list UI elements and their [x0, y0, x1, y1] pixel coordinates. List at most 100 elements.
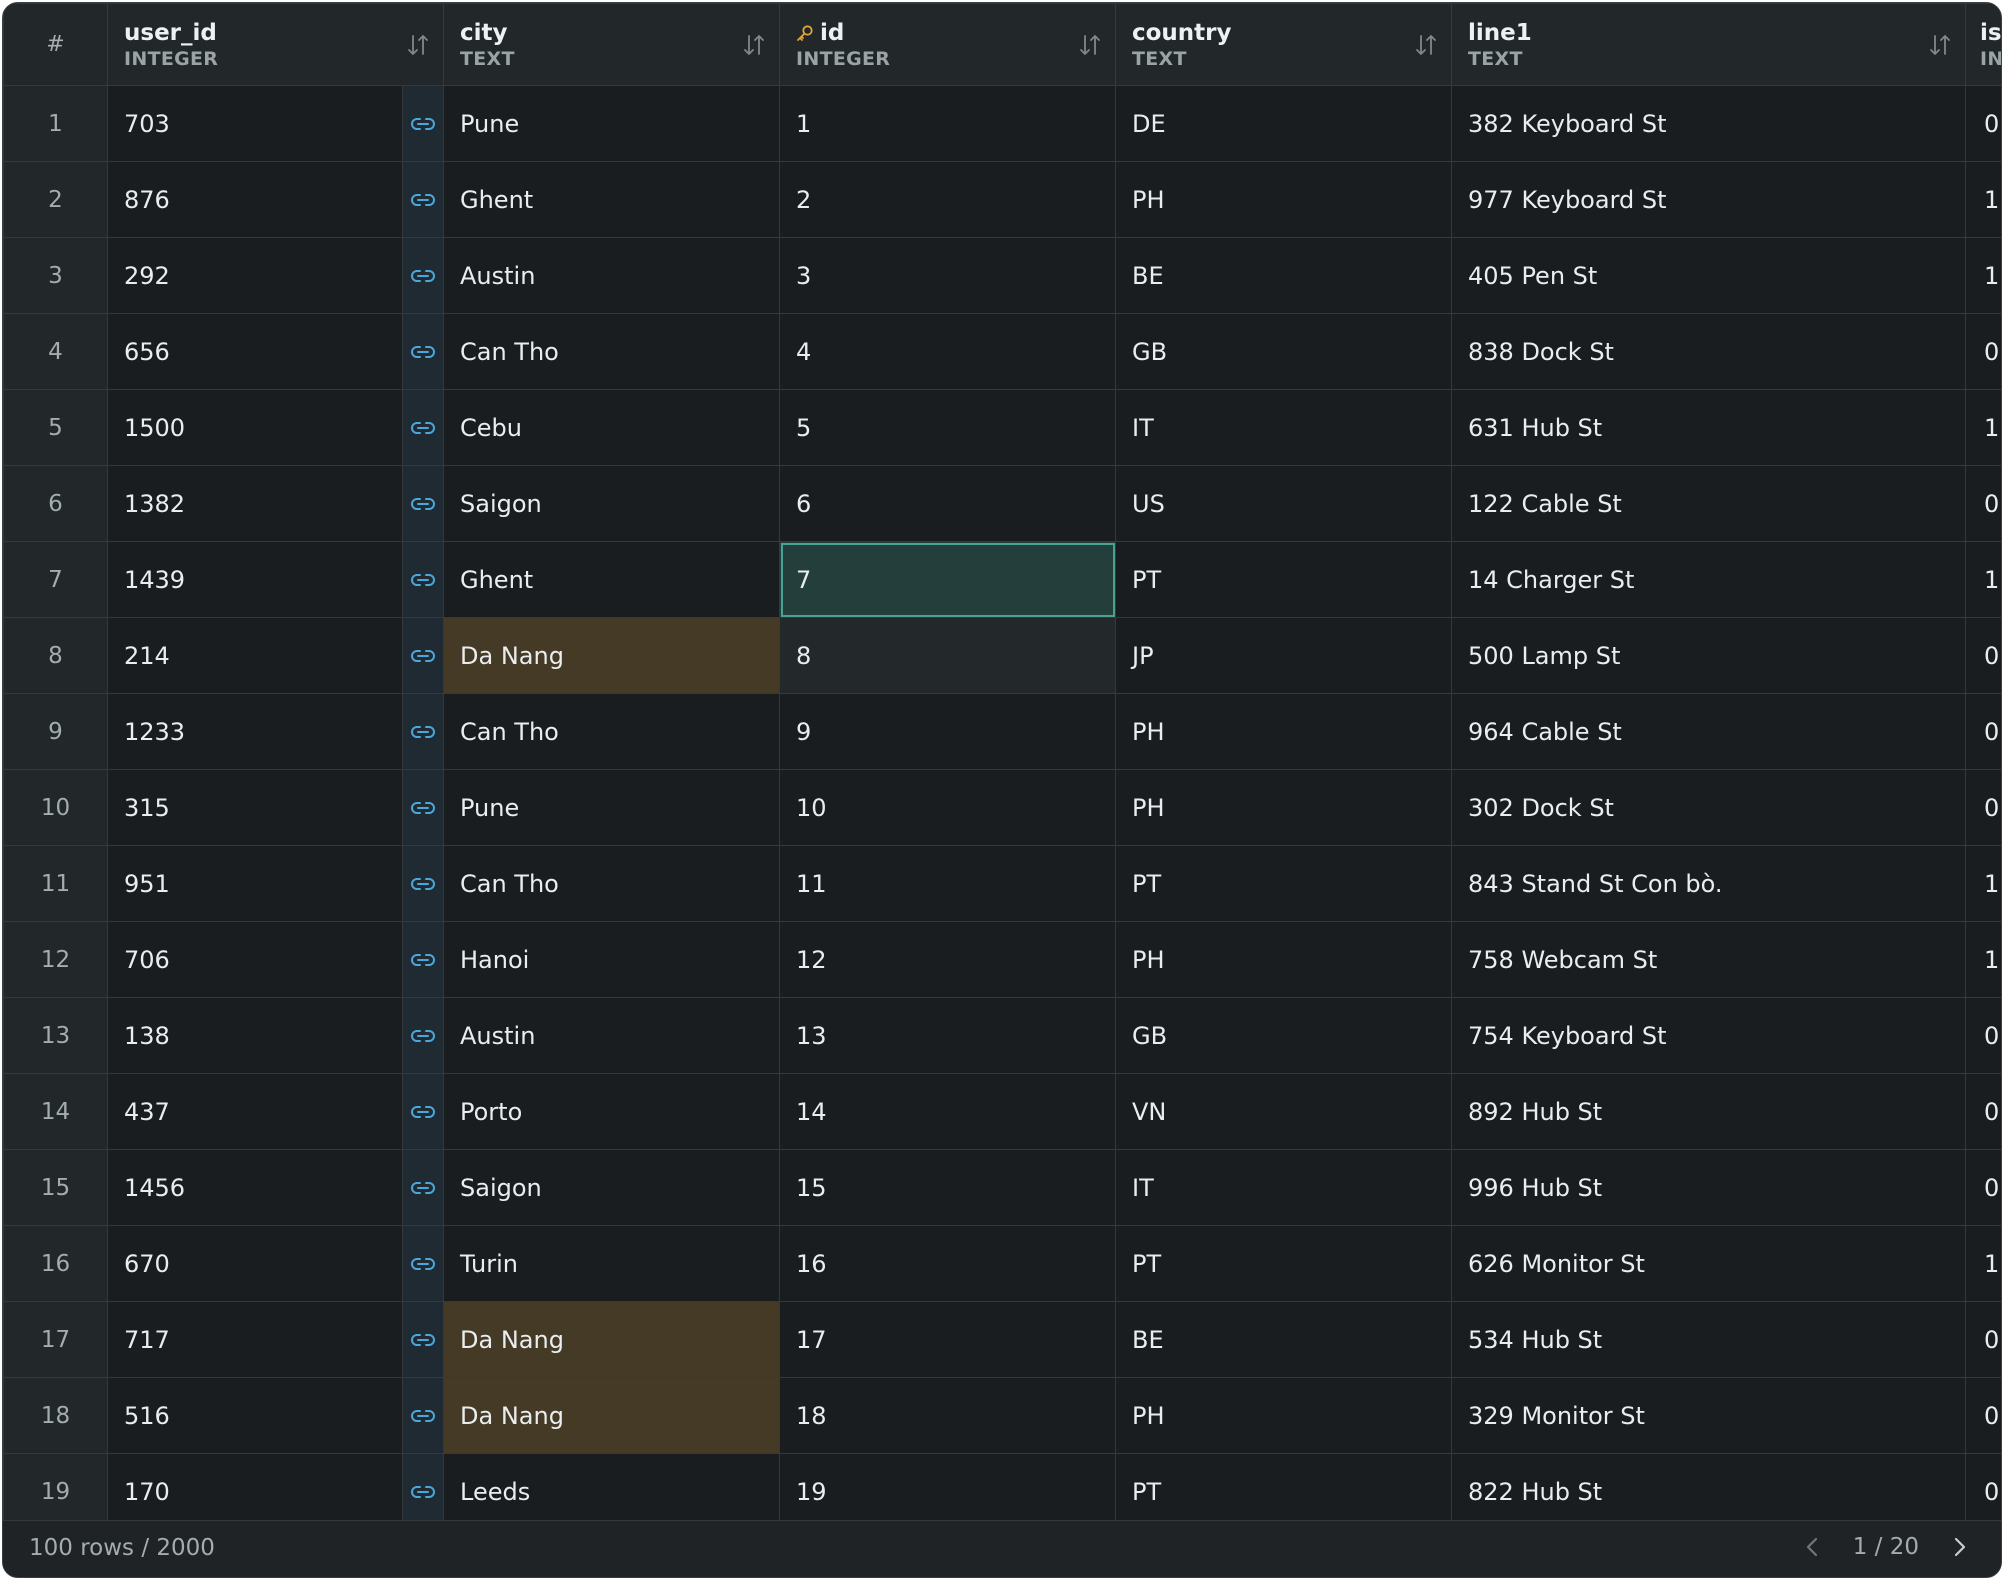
cell-country[interactable]: PT	[1115, 1453, 1452, 1530]
column-header-country[interactable]: country TEXT	[1115, 3, 1452, 86]
cell-country[interactable]: PT	[1115, 541, 1452, 618]
foreign-key-link-cell[interactable]	[402, 1377, 444, 1454]
cell-is[interactable]: 0	[1965, 1453, 2001, 1530]
cell-country[interactable]: VN	[1115, 1073, 1452, 1150]
cell-id[interactable]: 5	[779, 389, 1116, 466]
table-row[interactable]: 2 876 Ghent 2 PH 977 Keyboard St 1	[3, 161, 2001, 238]
cell-is[interactable]: 1	[1965, 161, 2001, 238]
cell-city[interactable]: Saigon	[443, 465, 780, 542]
cell-city[interactable]: Porto	[443, 1073, 780, 1150]
link-icon[interactable]	[404, 1332, 443, 1348]
cell-city[interactable]: Can Tho	[443, 693, 780, 770]
cell-is[interactable]: 0	[1965, 1149, 2001, 1226]
cell-user-id[interactable]: 1500	[107, 389, 403, 466]
cell-is[interactable]: 0	[1965, 1073, 2001, 1150]
cell-country[interactable]: IT	[1115, 389, 1452, 466]
cell-user-id[interactable]: 670	[107, 1225, 403, 1302]
table-row[interactable]: 12 706 Hanoi 12 PH 758 Webcam St 1	[3, 921, 2001, 998]
link-icon[interactable]	[404, 572, 443, 588]
foreign-key-link-cell[interactable]	[402, 1301, 444, 1378]
table-row[interactable]: 18 516 Da Nang 18 PH 329 Monitor St 0	[3, 1377, 2001, 1454]
cell-user-id[interactable]: 315	[107, 769, 403, 846]
cell-country[interactable]: BE	[1115, 237, 1452, 314]
cell-line1[interactable]: 964 Cable St	[1451, 693, 1966, 770]
cell-id[interactable]: 16	[779, 1225, 1116, 1302]
chevron-right-icon[interactable]	[1949, 1533, 1971, 1561]
cell-user-id[interactable]: 706	[107, 921, 403, 998]
cell-line1[interactable]: 500 Lamp St	[1451, 617, 1966, 694]
cell-id[interactable]: 4	[779, 313, 1116, 390]
cell-user-id[interactable]: 717	[107, 1301, 403, 1378]
cell-line1[interactable]: 977 Keyboard St	[1451, 161, 1966, 238]
cell-user-id[interactable]: 516	[107, 1377, 403, 1454]
cell-city[interactable]: Ghent	[443, 541, 780, 618]
cell-id[interactable]: 11	[779, 845, 1116, 922]
cell-user-id[interactable]: 1456	[107, 1149, 403, 1226]
chevron-left-icon[interactable]	[1801, 1533, 1823, 1561]
cell-id[interactable]: 18	[779, 1377, 1116, 1454]
cell-city[interactable]: Pune	[443, 769, 780, 846]
cell-id[interactable]: 14	[779, 1073, 1116, 1150]
table-row[interactable]: 9 1233 Can Tho 9 PH 964 Cable St 0	[3, 693, 2001, 770]
cell-country[interactable]: PH	[1115, 769, 1452, 846]
table-row[interactable]: 15 1456 Saigon 15 IT 996 Hub St 0	[3, 1149, 2001, 1226]
cell-country[interactable]: IT	[1115, 1149, 1452, 1226]
cell-is[interactable]: 0	[1965, 1301, 2001, 1378]
cell-line1[interactable]: 758 Webcam St	[1451, 921, 1966, 998]
cell-line1[interactable]: 329 Monitor St	[1451, 1377, 1966, 1454]
cell-user-id[interactable]: 1439	[107, 541, 403, 618]
cell-city[interactable]: Da Nang	[443, 1301, 780, 1378]
sort-arrows-icon[interactable]	[1079, 33, 1101, 57]
cell-city[interactable]: Da Nang	[443, 1377, 780, 1454]
cell-is[interactable]: 1	[1965, 237, 2001, 314]
table-row[interactable]: 10 315 Pune 10 PH 302 Dock St 0	[3, 769, 2001, 846]
cell-city[interactable]: Austin	[443, 237, 780, 314]
column-header-city[interactable]: city TEXT	[443, 3, 780, 86]
cell-user-id[interactable]: 1382	[107, 465, 403, 542]
cell-line1[interactable]: 534 Hub St	[1451, 1301, 1966, 1378]
table-row[interactable]: 17 717 Da Nang 17 BE 534 Hub St 0	[3, 1301, 2001, 1378]
cell-id[interactable]: 6	[779, 465, 1116, 542]
cell-is[interactable]: 1	[1965, 845, 2001, 922]
cell-city[interactable]: Saigon	[443, 1149, 780, 1226]
foreign-key-link-cell[interactable]	[402, 465, 444, 542]
foreign-key-link-cell[interactable]	[402, 617, 444, 694]
cell-id[interactable]: 8	[779, 617, 1116, 694]
column-header-is[interactable]: is_ IN	[1965, 3, 2001, 86]
foreign-key-link-cell[interactable]	[402, 1073, 444, 1150]
link-icon[interactable]	[404, 648, 443, 664]
cell-line1[interactable]: 626 Monitor St	[1451, 1225, 1966, 1302]
link-icon[interactable]	[404, 800, 443, 816]
cell-id[interactable]: 17	[779, 1301, 1116, 1378]
cell-user-id[interactable]: 876	[107, 161, 403, 238]
foreign-key-link-cell[interactable]	[402, 921, 444, 998]
sort-arrows-icon[interactable]	[1929, 33, 1951, 57]
cell-user-id[interactable]: 703	[107, 85, 403, 162]
link-icon[interactable]	[404, 192, 443, 208]
foreign-key-link-cell[interactable]	[402, 313, 444, 390]
sort-arrows-icon[interactable]	[407, 33, 429, 57]
cell-line1[interactable]: 302 Dock St	[1451, 769, 1966, 846]
cell-line1[interactable]: 382 Keyboard St	[1451, 85, 1966, 162]
cell-is[interactable]: 0	[1965, 313, 2001, 390]
cell-country[interactable]: JP	[1115, 617, 1452, 694]
table-row[interactable]: 13 138 Austin 13 GB 754 Keyboard St 0	[3, 997, 2001, 1074]
foreign-key-link-cell[interactable]	[402, 237, 444, 314]
cell-city[interactable]: Austin	[443, 997, 780, 1074]
cell-user-id[interactable]: 437	[107, 1073, 403, 1150]
table-row[interactable]: 3 292 Austin 3 BE 405 Pen St 1	[3, 237, 2001, 314]
cell-id[interactable]: 12	[779, 921, 1116, 998]
foreign-key-link-cell[interactable]	[402, 997, 444, 1074]
foreign-key-link-cell[interactable]	[402, 1453, 444, 1530]
cell-is[interactable]: 1	[1965, 1225, 2001, 1302]
cell-id[interactable]: 13	[779, 997, 1116, 1074]
cell-city[interactable]: Cebu	[443, 389, 780, 466]
link-icon[interactable]	[404, 1408, 443, 1424]
cell-line1[interactable]: 822 Hub St	[1451, 1453, 1966, 1530]
cell-city[interactable]: Pune	[443, 85, 780, 162]
cell-is[interactable]: 0	[1965, 85, 2001, 162]
cell-city[interactable]: Ghent	[443, 161, 780, 238]
link-icon[interactable]	[404, 876, 443, 892]
link-icon[interactable]	[404, 116, 443, 132]
cell-line1[interactable]: 754 Keyboard St	[1451, 997, 1966, 1074]
